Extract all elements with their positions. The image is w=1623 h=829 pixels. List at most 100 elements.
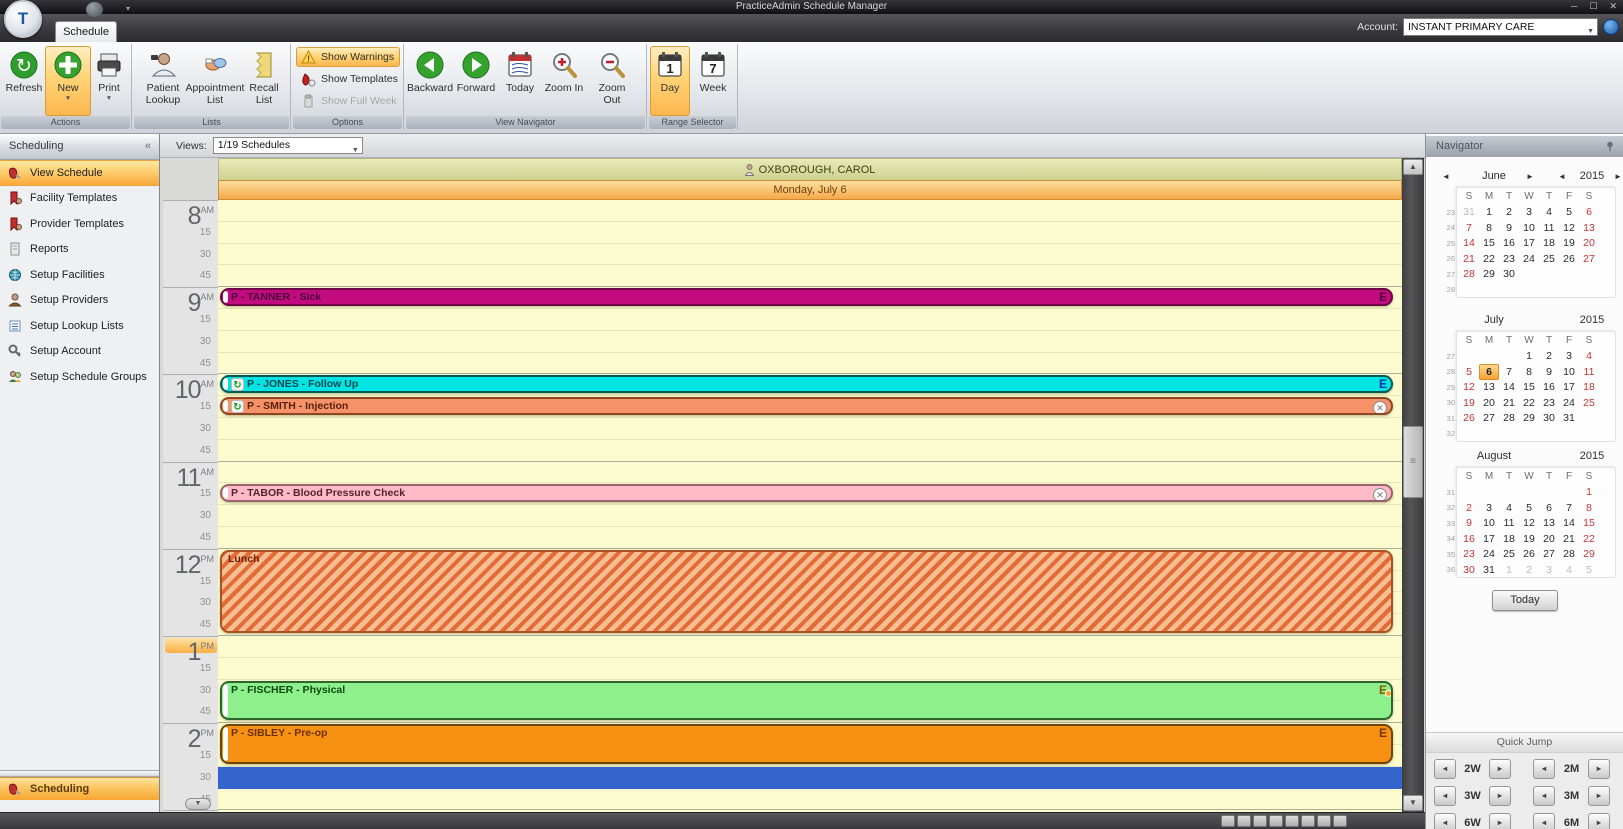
- day-cell[interactable]: 1: [1499, 563, 1519, 577]
- day-cell[interactable]: 11: [1579, 365, 1599, 379]
- day-cell[interactable]: 1: [1519, 349, 1539, 363]
- quick-jump-back-button[interactable]: ◄: [1533, 786, 1555, 806]
- timeslot-row[interactable]: [218, 658, 1402, 680]
- day-cell[interactable]: 13: [1579, 221, 1599, 235]
- day-cell[interactable]: 6: [1579, 205, 1599, 219]
- sidebar-item-setup-lookup-lists[interactable]: Setup Lookup Lists: [0, 313, 159, 339]
- day-cell[interactable]: 11: [1539, 221, 1559, 235]
- day-cell[interactable]: 29: [1479, 267, 1499, 281]
- day-cell[interactable]: 21: [1499, 396, 1519, 410]
- day-cell[interactable]: 28: [1559, 547, 1579, 561]
- quick-jump-back-button[interactable]: ◄: [1434, 759, 1456, 779]
- show-templates-toggle[interactable]: Show Templates: [296, 69, 400, 89]
- day-cell[interactable]: 14: [1459, 236, 1479, 250]
- next-month-arrow[interactable]: ►: [1526, 172, 1534, 181]
- quick-jump-forward-button[interactable]: ►: [1588, 786, 1610, 806]
- quick-access-caret-icon[interactable]: ▾: [126, 4, 130, 13]
- quick-jump-back-button[interactable]: ◄: [1533, 813, 1555, 829]
- sidebar-splitter[interactable]: [0, 770, 159, 777]
- day-cell[interactable]: 6: [1539, 501, 1559, 515]
- close-button[interactable]: ✕: [1609, 1, 1617, 12]
- account-dropdown[interactable]: INSTANT PRIMARY CARE ▼: [1403, 18, 1598, 36]
- views-dropdown[interactable]: 1/19 Schedules ▼: [212, 137, 363, 154]
- day-cell[interactable]: 17: [1479, 532, 1499, 546]
- day-cell[interactable]: 22: [1519, 396, 1539, 410]
- day-cell[interactable]: 18: [1579, 380, 1599, 394]
- new-dropdown-arrow-icon[interactable]: ▼: [65, 95, 71, 102]
- appointment[interactable]: P - TANNER - Sick E: [220, 288, 1393, 306]
- day-cell[interactable]: 29: [1579, 547, 1599, 561]
- day-cell[interactable]: 24: [1559, 396, 1579, 410]
- prev-month-arrow[interactable]: ◄: [1442, 172, 1450, 181]
- day-cell[interactable]: 29: [1519, 411, 1539, 425]
- day-cell[interactable]: 4: [1539, 205, 1559, 219]
- bottom-toolbar-button[interactable]: [1317, 815, 1331, 827]
- bottom-toolbar-button[interactable]: [1253, 815, 1267, 827]
- sidebar-item-provider-templates[interactable]: Provider Templates: [0, 211, 159, 237]
- day-cell[interactable]: 12: [1459, 380, 1479, 394]
- quick-jump-forward-button[interactable]: ►: [1489, 786, 1511, 806]
- timeslot-row[interactable]: [218, 789, 1402, 811]
- globe-icon[interactable]: [1603, 19, 1619, 35]
- day-cell[interactable]: 21: [1459, 252, 1479, 266]
- day-cell[interactable]: 25: [1539, 252, 1559, 266]
- day-cell[interactable]: 20: [1579, 236, 1599, 250]
- day-cell[interactable]: 3: [1479, 501, 1499, 515]
- maximize-button[interactable]: ☐: [1589, 1, 1597, 12]
- day-cell[interactable]: 23: [1539, 396, 1559, 410]
- day-cell[interactable]: 21: [1559, 532, 1579, 546]
- sidebar-item-setup-account[interactable]: Setup Account: [0, 339, 159, 365]
- day-cell[interactable]: 15: [1519, 380, 1539, 394]
- day-cell[interactable]: 27: [1539, 547, 1559, 561]
- day-cell[interactable]: 9: [1499, 221, 1519, 235]
- scrollbar-thumb[interactable]: [1403, 426, 1423, 498]
- quick-access-button[interactable]: [86, 2, 103, 17]
- sidebar-footer-scheduling[interactable]: Scheduling: [0, 777, 159, 800]
- eligibility-icon[interactable]: E: [1379, 377, 1387, 391]
- bottom-toolbar-button[interactable]: [1269, 815, 1283, 827]
- show-warnings-toggle[interactable]: ! Show Warnings: [296, 47, 400, 67]
- day-cell[interactable]: 27: [1579, 252, 1599, 266]
- day-cell[interactable]: 3: [1539, 563, 1559, 577]
- day-cell[interactable]: 31: [1559, 411, 1579, 425]
- timeslot-row[interactable]: [218, 527, 1402, 549]
- day-cell[interactable]: 22: [1479, 252, 1499, 266]
- week-view-button[interactable]: 7 Week: [693, 46, 733, 116]
- day-cell[interactable]: 25: [1499, 547, 1519, 561]
- next-year-arrow[interactable]: ►: [1614, 172, 1622, 181]
- tab-schedule[interactable]: Schedule: [55, 21, 117, 42]
- day-cell[interactable]: 19: [1519, 532, 1539, 546]
- day-view-button[interactable]: 1 Day: [650, 46, 690, 116]
- day-cell[interactable]: 12: [1559, 221, 1579, 235]
- day-cell[interactable]: 4: [1559, 563, 1579, 577]
- day-cell[interactable]: 2: [1519, 563, 1539, 577]
- day-cell[interactable]: 12: [1519, 516, 1539, 530]
- quick-jump-forward-button[interactable]: ►: [1489, 813, 1511, 829]
- cancel-icon[interactable]: ✕: [1373, 401, 1387, 414]
- timeslot-row[interactable]: [218, 636, 1402, 658]
- day-cell[interactable]: 10: [1479, 516, 1499, 530]
- quick-jump-back-button[interactable]: ◄: [1434, 813, 1456, 829]
- eligibility-icon[interactable]: E: [1379, 726, 1387, 740]
- bottom-toolbar-button[interactable]: [1301, 815, 1315, 827]
- quick-jump-back-button[interactable]: ◄: [1533, 759, 1555, 779]
- bottom-scroll-strip[interactable]: [0, 812, 1425, 829]
- appointment[interactable]: ↻ P - SMITH - Injection ✕: [220, 397, 1393, 415]
- eligibility-icon[interactable]: E: [1379, 290, 1387, 304]
- timeslot-row[interactable]: [218, 222, 1402, 244]
- day-cell[interactable]: 8: [1519, 365, 1539, 379]
- refresh-button[interactable]: ↻ Refresh: [1, 46, 47, 116]
- day-cell[interactable]: 16: [1499, 236, 1519, 250]
- day-cell[interactable]: 27: [1479, 411, 1499, 425]
- day-cell[interactable]: 7: [1559, 501, 1579, 515]
- zoom-out-button[interactable]: Zoom Out: [589, 46, 635, 116]
- zoom-in-button[interactable]: Zoom In: [541, 46, 587, 116]
- day-cell[interactable]: 20: [1479, 396, 1499, 410]
- day-cell[interactable]: 16: [1539, 380, 1559, 394]
- appointment[interactable]: P - SIBLEY - Pre-op E: [220, 724, 1393, 764]
- bottom-toolbar-button[interactable]: [1221, 815, 1235, 827]
- day-cell[interactable]: 16: [1459, 532, 1479, 546]
- eligibility-icon[interactable]: E: [1379, 683, 1391, 697]
- timeslot-row[interactable]: [218, 309, 1402, 331]
- day-cell[interactable]: 10: [1519, 221, 1539, 235]
